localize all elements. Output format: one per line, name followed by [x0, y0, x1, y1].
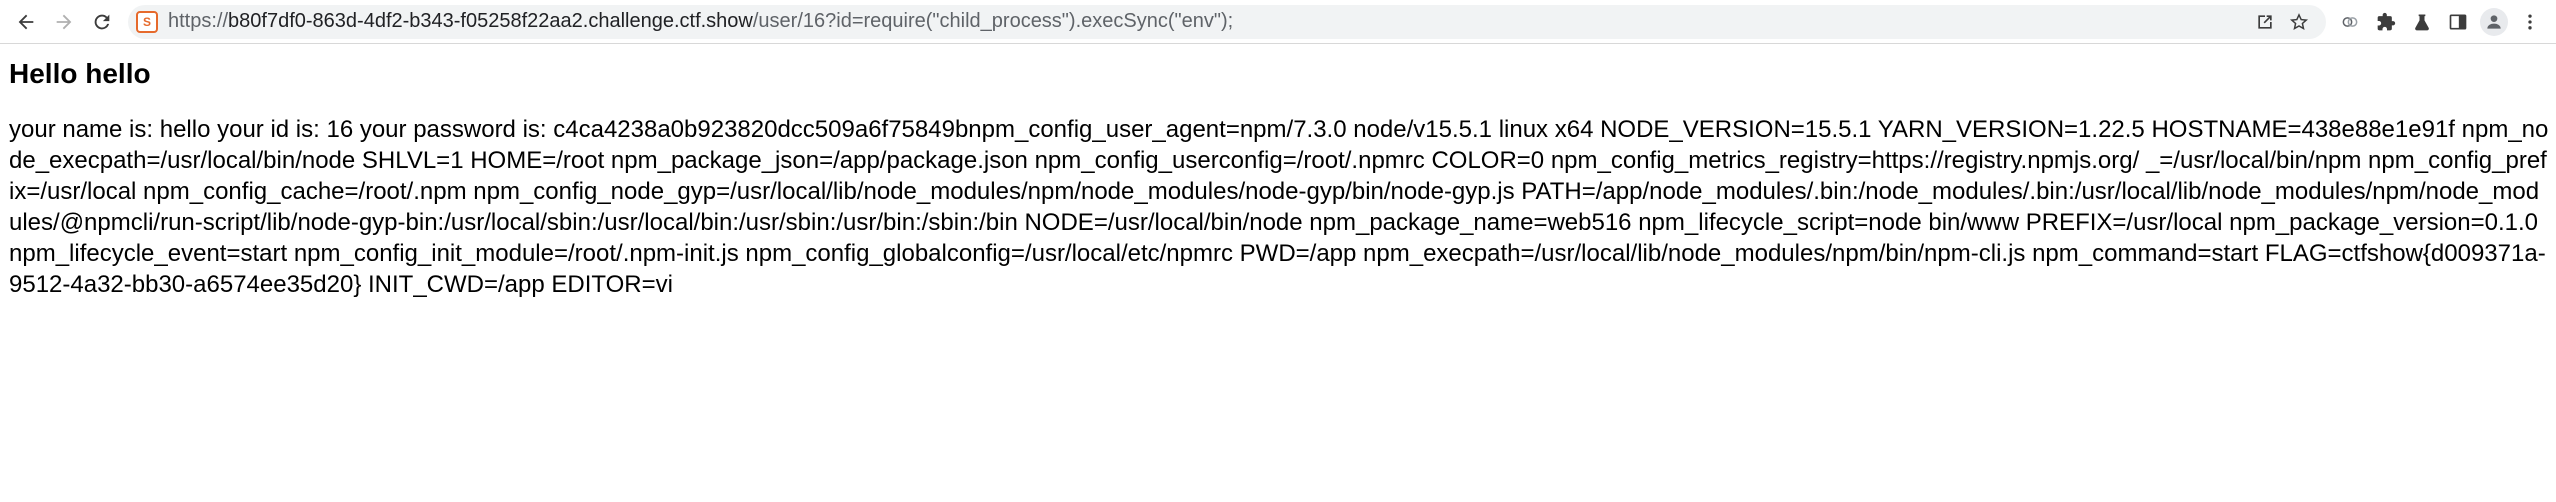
url-text[interactable]: https://b80f7df0-863d-4df2-b343-f05258f2…	[168, 10, 1233, 33]
share-icon[interactable]	[2248, 7, 2282, 37]
url-path: /user/16?id=require("child_process").exe…	[752, 10, 1234, 32]
reload-icon[interactable]	[84, 4, 120, 40]
address-bar[interactable]: S https://b80f7df0-863d-4df2-b343-f05258…	[128, 4, 2326, 39]
side-panel-icon[interactable]	[2440, 4, 2476, 40]
puzzle-icon[interactable]	[2368, 4, 2404, 40]
page-heading: Hello hello	[9, 58, 151, 89]
browser-toolbar: S https://b80f7df0-863d-4df2-b343-f05258…	[0, 0, 2556, 44]
star-icon[interactable]	[2282, 7, 2316, 37]
kebab-menu-icon[interactable]	[2512, 4, 2548, 40]
url-scheme: https://	[168, 10, 229, 32]
page-content: Hello hello your name is: hello your id …	[0, 44, 2556, 300]
site-favicon: S	[136, 10, 158, 33]
avatar-icon[interactable]	[2480, 7, 2508, 36]
response-text: your name is: hello your id is: 16 your …	[9, 116, 2549, 298]
url-host: b80f7df0-863d-4df2-b343-f05258f22aa2.cha…	[228, 10, 753, 32]
flask-icon[interactable]	[2404, 4, 2440, 40]
back-arrow-icon[interactable]	[8, 4, 44, 40]
forward-arrow-icon[interactable]	[46, 4, 82, 40]
lens-icon[interactable]	[2332, 4, 2368, 40]
